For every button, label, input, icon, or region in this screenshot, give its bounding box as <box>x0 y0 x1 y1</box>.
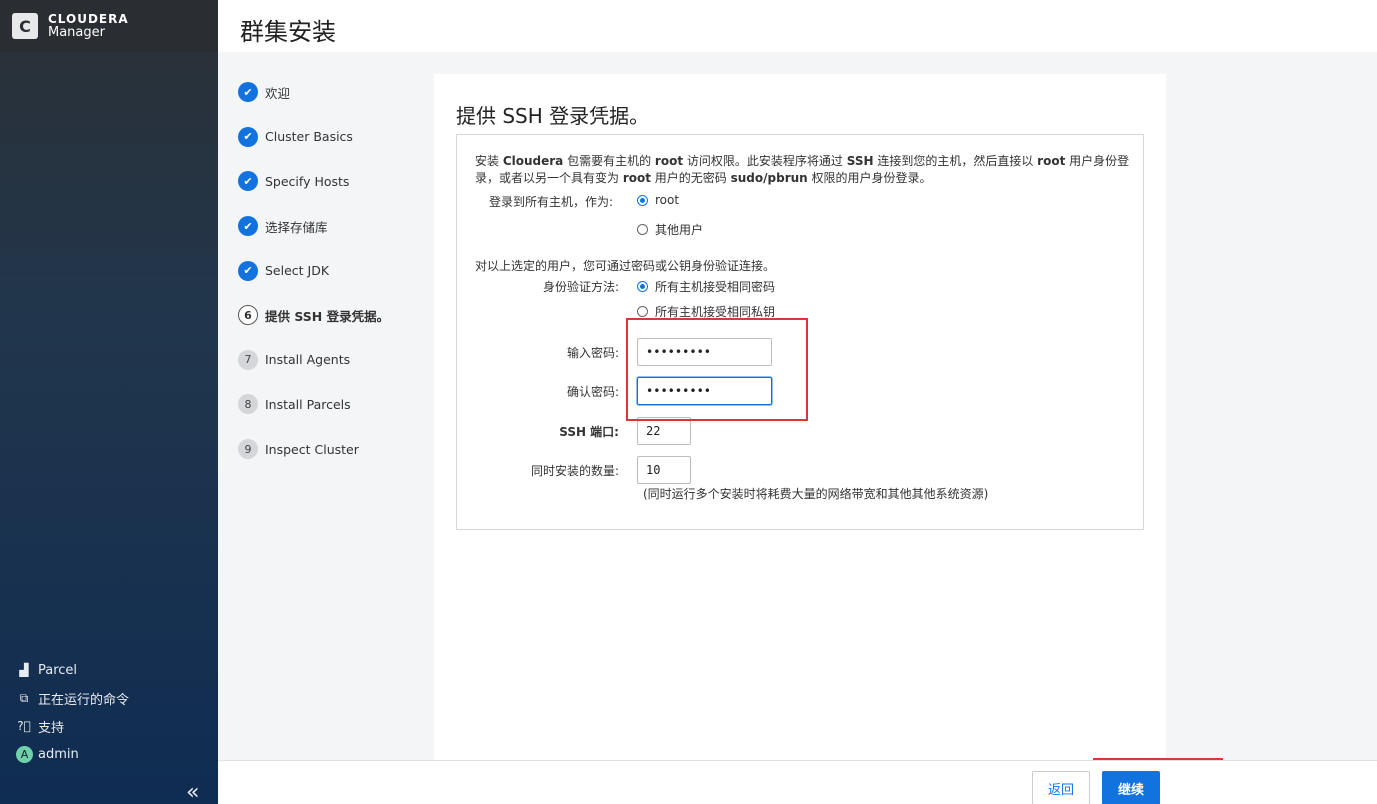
highlight-password-fields <box>626 318 808 421</box>
confirm-password-label: 确认密码: <box>566 385 619 399</box>
step-label: 选择存储库 <box>265 219 328 235</box>
parcel-icon: ▟ <box>19 663 29 677</box>
step-inspect-cluster: 9 Inspect Cluster <box>238 427 428 472</box>
step-number: 8 <box>238 394 258 415</box>
step-label: 欢迎 <box>265 85 291 101</box>
login-other-user-radio[interactable]: 其他用户 <box>637 221 703 238</box>
step-select-jdk[interactable]: ✔ Select JDK <box>238 248 428 293</box>
step-number: 9 <box>238 439 258 460</box>
sidebar-item-label: 正在运行的命令 <box>38 692 130 708</box>
step-number: 6 <box>238 305 258 326</box>
sidebar-item-support[interactable]: ?⃝ 支持 <box>16 712 206 740</box>
collapse-sidebar-icon[interactable]: « <box>186 780 199 804</box>
avatar: A <box>16 745 33 763</box>
radio-unselected-icon <box>637 224 648 235</box>
brand[interactable]: C CLOUDERA Manager <box>0 0 218 52</box>
concurrent-installs-note: (同时运行多个安装时将耗费大量的网络带宽和其他其他系统资源) <box>643 487 989 501</box>
concurrent-installs-input[interactable]: 10 <box>637 456 691 484</box>
step-install-parcels: 8 Install Parcels <box>238 382 428 427</box>
page-header: 群集安装 <box>218 0 1377 52</box>
sidebar-item-running-commands[interactable]: ⧉ 正在运行的命令 <box>16 684 206 712</box>
check-icon: ✔ <box>238 260 258 281</box>
step-label: Select JDK <box>265 263 330 279</box>
sidebar-item-label: Parcel <box>38 662 78 678</box>
login-root-radio[interactable]: root <box>637 193 679 207</box>
auth-password-radio[interactable]: 所有主机接受相同密码 <box>637 278 775 295</box>
step-select-repository[interactable]: ✔ 选择存储库 <box>238 204 428 249</box>
step-number: 7 <box>238 349 258 370</box>
page-title: 群集安装 <box>240 18 336 46</box>
auth-method-label: 身份验证方法: <box>542 280 619 294</box>
sidebar-bottom-menu: ▟ Parcel ⧉ 正在运行的命令 ?⃝ 支持 A admin <box>16 656 206 768</box>
step-label: Cluster Basics <box>265 129 353 145</box>
radio-selected-icon <box>637 194 648 206</box>
step-welcome[interactable]: ✔ 欢迎 <box>238 70 428 115</box>
step-ssh-credentials[interactable]: 6 提供 SSH 登录凭据。 <box>238 293 428 338</box>
running-commands-icon: ⧉ <box>19 690 29 705</box>
sidebar-item-parcel[interactable]: ▟ Parcel <box>16 656 206 684</box>
step-label: 提供 SSH 登录凭据。 <box>265 308 390 324</box>
check-icon: ✔ <box>238 82 258 103</box>
ssh-port-label: SSH 端口: <box>559 425 619 439</box>
sidebar: C CLOUDERA Manager ▟ Parcel ⧉ 正在运行的命令 ?⃝… <box>0 0 218 804</box>
wizard-steps: ✔ 欢迎 ✔ Cluster Basics ✔ Specify Hosts ✔ … <box>238 70 428 471</box>
sidebar-item-label: admin <box>38 746 79 762</box>
concurrent-installs-label: 同时安装的数量: <box>530 464 619 478</box>
password-label: 输入密码: <box>566 346 619 360</box>
brand-product: Manager <box>48 25 105 40</box>
ssh-port-input[interactable]: 22 <box>637 417 691 445</box>
cloudera-logo-icon: C <box>12 13 38 39</box>
continue-button[interactable]: 继续 <box>1102 771 1160 804</box>
step-install-agents: 7 Install Agents <box>238 338 428 383</box>
step-cluster-basics[interactable]: ✔ Cluster Basics <box>238 115 428 160</box>
intro-text: 安装 Cloudera 包需要有主机的 root 访问权限。此安装程序将通过 S… <box>475 154 1130 185</box>
back-button[interactable]: 返回 <box>1032 771 1090 804</box>
check-icon: ✔ <box>238 171 258 192</box>
step-label: Install Agents <box>265 352 351 368</box>
step-label: Install Parcels <box>265 396 351 412</box>
login-as-label: 登录到所有主机，作为: <box>488 195 613 209</box>
wizard-footer: 返回 继续 <box>218 760 1377 804</box>
step-specify-hosts[interactable]: ✔ Specify Hosts <box>238 159 428 204</box>
check-icon: ✔ <box>238 126 258 147</box>
help-icon: ?⃝ <box>17 719 31 733</box>
section-title: 提供 SSH 登录凭据。 <box>456 104 650 128</box>
radio-unselected-icon <box>637 306 648 317</box>
step-label: Inspect Cluster <box>265 441 359 457</box>
step-label: Specify Hosts <box>265 173 350 189</box>
sidebar-item-label: 支持 <box>38 720 65 736</box>
sidebar-item-user[interactable]: A admin <box>16 740 206 768</box>
radio-selected-icon <box>637 281 648 292</box>
auth-intro-text: 对以上选定的用户，您可通过密码或公钥身份验证连接。 <box>475 259 776 273</box>
brand-name: CLOUDERA <box>48 12 129 26</box>
check-icon: ✔ <box>238 216 258 237</box>
